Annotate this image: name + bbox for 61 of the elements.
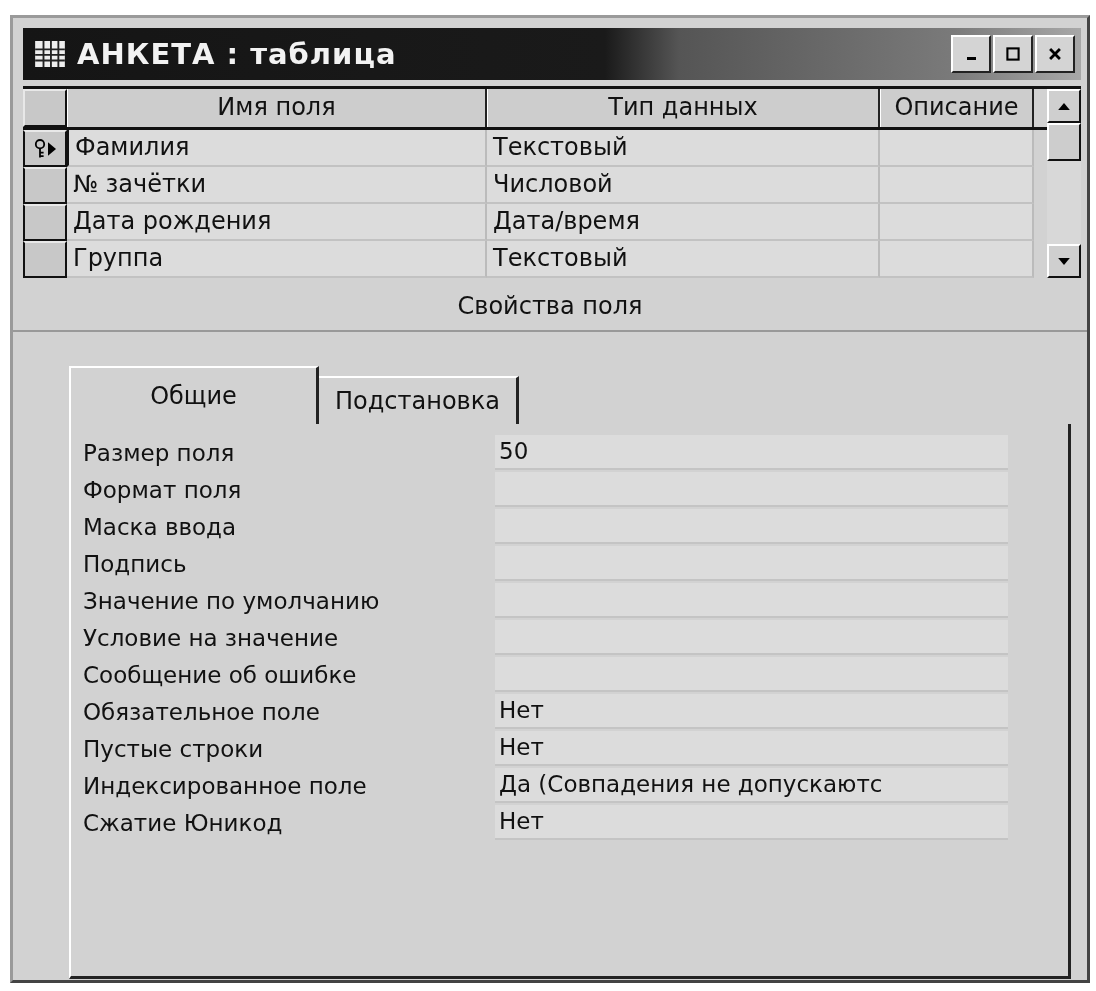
property-label: Условие на значение [83,624,340,651]
maximize-button[interactable] [993,35,1033,73]
property-value-field[interactable] [495,472,1008,507]
property-label: Подпись [83,550,188,577]
description-cell[interactable] [880,130,1034,167]
property-label: Размер поля [83,439,236,466]
current-row-icon [48,141,56,156]
section-title: Свойства поля [13,278,1087,332]
property-value-field[interactable]: Нет [495,731,1008,766]
property-label: Значение по умолчанию [83,587,381,614]
close-button[interactable] [1035,35,1075,73]
column-header[interactable]: Описание [880,89,1034,127]
row-selector[interactable] [23,167,67,204]
window-title: АНКЕТА : таблица [77,37,397,71]
column-header[interactable]: Тип данных [487,89,880,127]
key-icon [34,137,46,160]
data-type-cell[interactable]: Текстовый [487,241,880,278]
minimize-icon [966,57,976,60]
column-header[interactable]: Имя поля [67,89,487,127]
scroll-up-button[interactable] [1047,89,1081,123]
property-value-field[interactable] [495,657,1008,692]
field-name-cell[interactable]: Дата рождения [67,204,487,241]
field-name-cell[interactable]: № зачётки [67,167,487,204]
description-cell[interactable] [880,204,1034,241]
minimize-button[interactable] [951,35,991,73]
property-value-field[interactable]: 50 [495,435,1008,470]
scroll-down-button[interactable] [1047,244,1081,278]
property-label: Формат поля [83,476,243,503]
tab[interactable]: Общие [69,366,319,424]
down-arrow-icon [1058,257,1070,265]
close-icon [1048,47,1062,61]
property-label: Сообщение об ошибке [83,661,358,688]
data-type-cell[interactable]: Текстовый [487,130,880,167]
property-label: Сжатие Юникод [83,809,284,836]
property-value-field[interactable] [495,583,1008,618]
corner-header [23,89,67,127]
field-name-cell[interactable]: Фамилия [67,130,487,167]
row-selector[interactable] [23,204,67,241]
up-arrow-icon [1058,102,1070,110]
description-cell[interactable] [880,241,1034,278]
property-value-field[interactable] [495,546,1008,581]
row-selector[interactable] [23,241,67,278]
field-name-cell[interactable]: Группа [67,241,487,278]
description-cell[interactable] [880,167,1034,204]
property-label: Пустые строки [83,735,265,762]
property-value-field[interactable] [495,509,1008,544]
data-type-cell[interactable]: Числовой [487,167,880,204]
row-selector[interactable] [23,130,67,167]
scroll-thumb[interactable] [1047,123,1081,161]
data-type-cell[interactable]: Дата/время [487,204,880,241]
property-label: Обязательное поле [83,698,321,725]
table-icon [35,41,65,67]
maximize-icon [1006,47,1020,61]
property-value-field[interactable] [495,620,1008,655]
property-value-field[interactable]: Да (Совпадения не допускаютс [495,768,1008,803]
property-value-field[interactable]: Нет [495,805,1008,840]
tab[interactable]: Подстановка [319,376,519,424]
vertical-scrollbar[interactable] [1047,89,1081,278]
property-value-field[interactable]: Нет [495,694,1008,729]
property-label: Маска ввода [83,513,238,540]
property-label: Индексированное поле [83,772,368,799]
